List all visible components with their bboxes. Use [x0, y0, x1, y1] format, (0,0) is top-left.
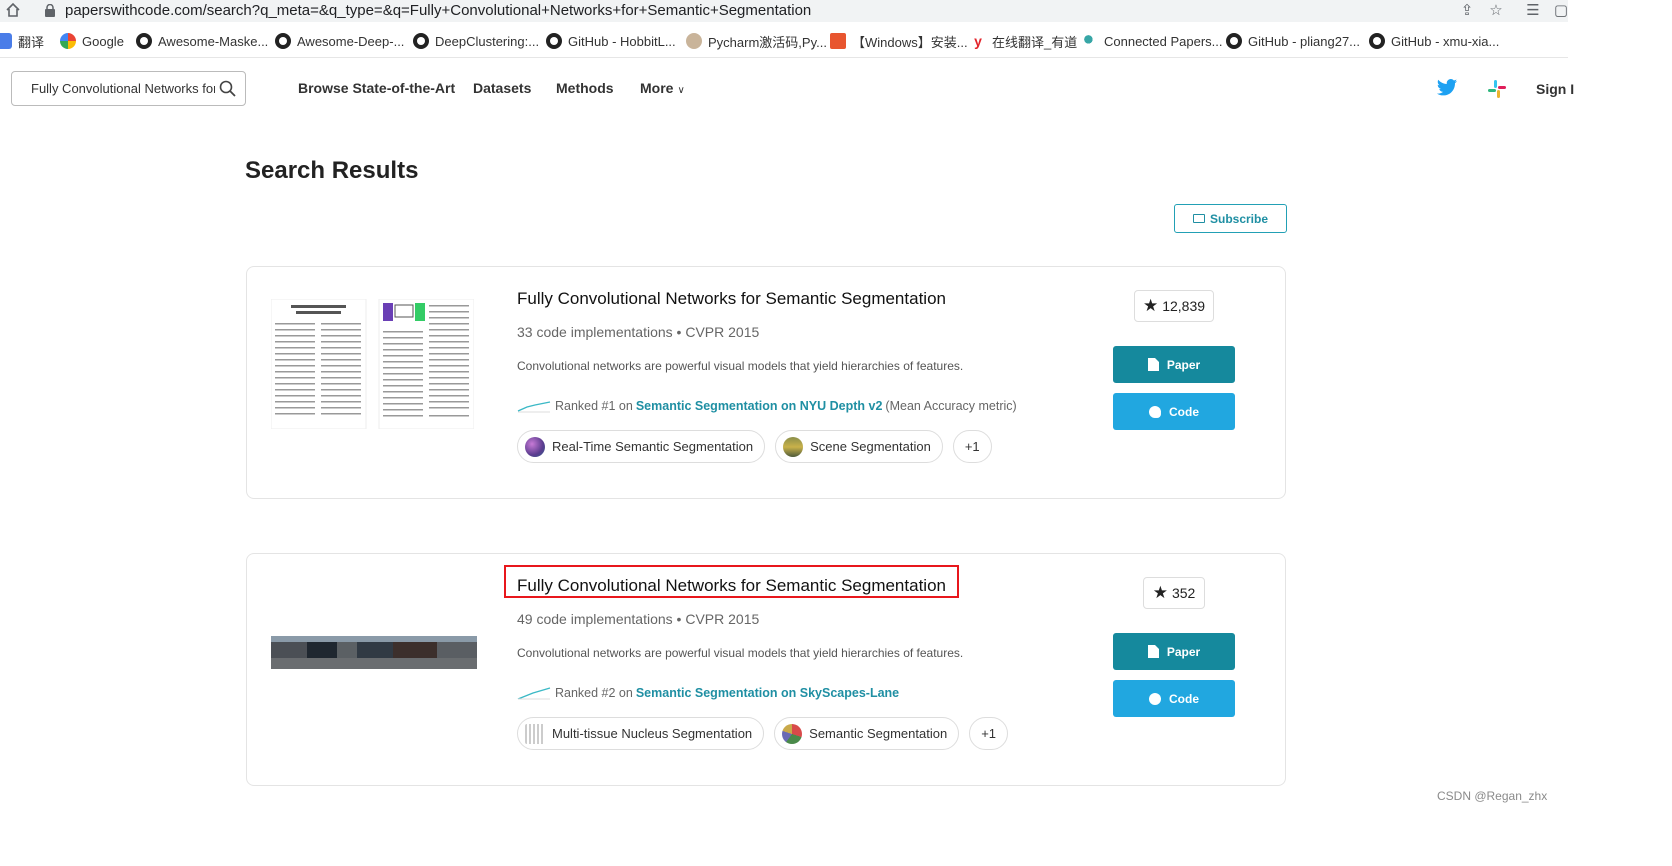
home-icon[interactable]	[5, 2, 21, 18]
sign-in-link[interactable]: Sign I	[1536, 81, 1574, 97]
bookmark-item[interactable]: Awesome-Deep-...	[275, 32, 404, 50]
paper-meta: 33 code implementations • CVPR 2015	[517, 324, 760, 340]
paper-abstract: Convolutional networks are powerful visu…	[517, 646, 964, 660]
result-card: Fully Convolutional Networks for Semanti…	[246, 266, 1286, 499]
github-icon	[1149, 692, 1161, 705]
github-icon	[1149, 405, 1161, 418]
venue: CVPR 2015	[685, 611, 760, 627]
nav-more-label: More	[640, 80, 674, 96]
bookmark-item[interactable]: GitHub - xmu-xia...	[1369, 32, 1499, 50]
twitter-icon[interactable]	[1436, 78, 1458, 98]
avatar-icon	[686, 33, 702, 49]
translate-icon	[0, 33, 12, 49]
code-button[interactable]: Code	[1113, 393, 1235, 430]
more-tags-button[interactable]: +1	[969, 717, 1009, 750]
rank-line: Ranked #1 on Semantic Segmentation on NY…	[517, 398, 1017, 414]
github-stars[interactable]: ★ 12,839	[1134, 290, 1214, 322]
bookmark-item[interactable]: GitHub - HobbitL...	[546, 32, 676, 50]
github-icon	[1226, 33, 1242, 49]
csdn-icon	[830, 33, 846, 49]
bookmark-item[interactable]: Awesome-Maske...	[136, 32, 268, 50]
document-icon	[1147, 358, 1159, 371]
watermark: CSDN @Regan_zhx	[1437, 789, 1548, 803]
reading-list-icon[interactable]: ☰	[1524, 2, 1542, 20]
document-icon	[1147, 645, 1159, 658]
github-stars[interactable]: ★ 352	[1143, 577, 1205, 609]
rank-task-link[interactable]: Semantic Segmentation on SkyScapes-Lane	[636, 686, 899, 700]
github-icon	[136, 33, 152, 49]
task-thumbnail-icon	[525, 723, 545, 744]
header-divider	[0, 57, 1568, 58]
bookmark-item[interactable]: DeepClustering:...	[413, 32, 539, 50]
sparkline-icon	[517, 687, 551, 700]
rank-suffix: (Mean Accuracy metric)	[885, 399, 1017, 413]
github-icon	[546, 33, 562, 49]
nav-methods[interactable]: Methods	[556, 80, 614, 96]
star-icon: ★	[1142, 296, 1159, 315]
venue: CVPR 2015	[685, 324, 760, 340]
task-tag[interactable]: Scene Segmentation	[775, 430, 943, 463]
task-thumbnail-icon	[782, 723, 803, 744]
slack-icon[interactable]	[1487, 79, 1507, 99]
rank-prefix: Ranked #1 on	[555, 399, 633, 413]
code-button[interactable]: Code	[1113, 680, 1235, 717]
sparkline-icon	[517, 401, 551, 413]
implementations-count[interactable]: 49 code implementations	[517, 611, 673, 627]
task-thumbnail-icon	[525, 436, 545, 457]
bookmark-item[interactable]: 翻译	[0, 32, 44, 50]
sidebar-icon[interactable]: ▢	[1552, 2, 1570, 20]
paper-title-link[interactable]: Fully Convolutional Networks for Semanti…	[517, 289, 946, 309]
task-tags: Real-Time Semantic Segmentation Scene Se…	[517, 430, 1002, 463]
paper-button[interactable]: Paper	[1113, 346, 1235, 383]
paper-button[interactable]: Paper	[1113, 633, 1235, 670]
task-tag[interactable]: Multi-tissue Nucleus Segmentation	[517, 717, 765, 750]
rank-prefix: Ranked #2 on	[555, 686, 633, 700]
nav-more[interactable]: More ∨	[640, 80, 685, 96]
lock-icon[interactable]	[44, 4, 56, 17]
bookmark-item[interactable]: Google	[60, 32, 124, 50]
connected-papers-icon	[1082, 33, 1098, 49]
implementations-count[interactable]: 33 code implementations	[517, 324, 673, 340]
chevron-down-icon: ∨	[677, 85, 685, 96]
bookmark-item[interactable]: Connected Papers...	[1082, 32, 1223, 50]
browser-address-bar: paperswithcode.com/search?q_meta=&q_type…	[0, 0, 1568, 22]
task-tags: Multi-tissue Nucleus Segmentation Semant…	[517, 717, 1018, 750]
search-input-value: Fully Convolutional Networks for S	[31, 81, 215, 96]
bookmark-item[interactable]: 【Windows】安装...	[830, 32, 968, 50]
github-icon	[275, 33, 291, 49]
paper-thumbnail[interactable]	[271, 299, 474, 429]
search-icon[interactable]	[219, 80, 236, 97]
task-tag[interactable]: Real-Time Semantic Segmentation	[517, 430, 766, 463]
subscribe-button[interactable]: Subscribe	[1174, 204, 1287, 233]
page-title: Search Results	[245, 157, 419, 184]
rank-task-link[interactable]: Semantic Segmentation on NYU Depth v2	[636, 399, 883, 413]
paper-thumbnail[interactable]	[271, 636, 477, 669]
url-field[interactable]: paperswithcode.com/search?q_meta=&q_type…	[65, 2, 811, 19]
google-icon	[60, 33, 76, 49]
more-tags-button[interactable]: +1	[952, 430, 992, 463]
bookmark-star-icon[interactable]: ☆	[1487, 2, 1505, 20]
envelope-icon	[1192, 214, 1205, 223]
bookmark-item[interactable]: y 在线翻译_有道	[970, 32, 1077, 50]
search-input[interactable]: Fully Convolutional Networks for S	[11, 71, 246, 106]
nav-datasets[interactable]: Datasets	[473, 80, 531, 96]
task-thumbnail-icon	[783, 436, 804, 457]
subscribe-label: Subscribe	[1209, 211, 1269, 226]
bookmark-item[interactable]: GitHub - pliang27...	[1226, 32, 1360, 50]
github-icon	[413, 33, 429, 49]
bookmark-item[interactable]: Pycharm激活码,Py...	[686, 32, 827, 50]
github-icon	[1369, 33, 1385, 49]
paper-abstract: Convolutional networks are powerful visu…	[517, 359, 964, 373]
paper-meta: 49 code implementations • CVPR 2015	[517, 611, 760, 627]
task-tag[interactable]: Semantic Segmentation	[774, 717, 960, 750]
nav-browse-sota[interactable]: Browse State-of-the-Art	[298, 80, 455, 96]
bookmarks-bar: 翻译 Google Awesome-Maske... Awesome-Deep-…	[0, 28, 1568, 54]
star-icon: ★	[1152, 583, 1168, 602]
share-icon[interactable]: ⇪	[1458, 2, 1476, 20]
red-annotation-box	[504, 565, 959, 598]
rank-line: Ranked #2 on Semantic Segmentation on Sk…	[517, 685, 902, 701]
youdao-icon: y	[974, 33, 982, 49]
